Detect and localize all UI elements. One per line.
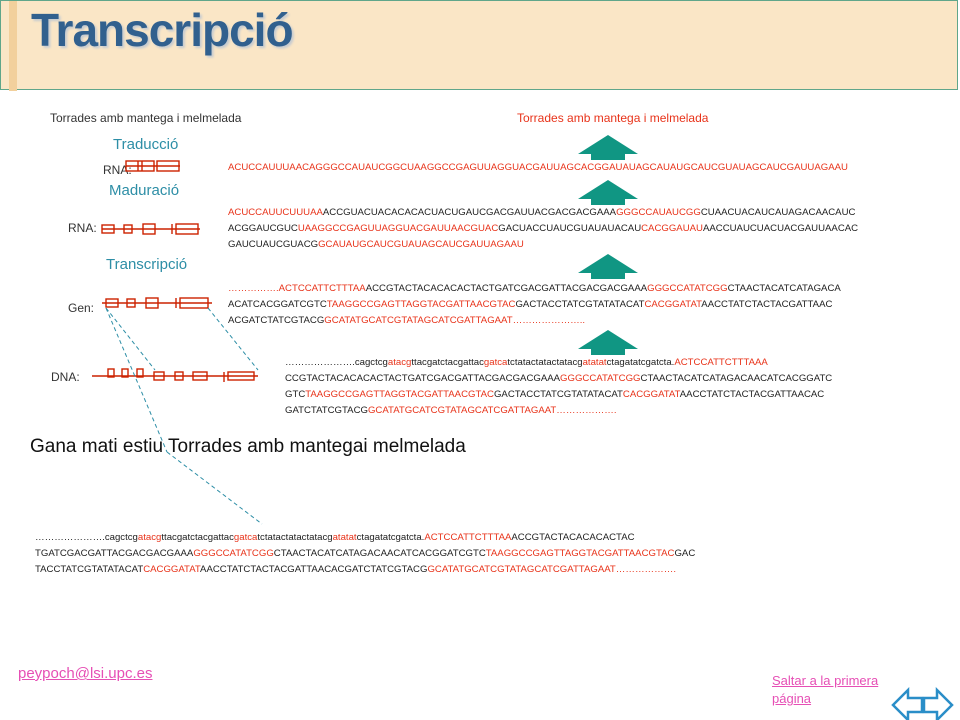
nav-forward-icon[interactable]	[922, 686, 954, 720]
arrow-maduracio-icon	[578, 180, 638, 205]
arrow-dna-icon	[578, 330, 638, 355]
diagram-graphics	[92, 135, 954, 720]
mature-rna-diagram	[125, 160, 180, 172]
dna-diagram	[92, 368, 258, 382]
up-arrows	[578, 135, 638, 355]
connector-lines	[105, 307, 263, 525]
arrow-translation-icon	[578, 135, 638, 160]
nav-arrows[interactable]	[891, 686, 954, 720]
arrow-transcripcio-icon	[578, 254, 638, 279]
gene-diagram	[102, 297, 212, 309]
nav-back-icon[interactable]	[891, 686, 924, 720]
pre-rna-diagram	[101, 223, 200, 235]
